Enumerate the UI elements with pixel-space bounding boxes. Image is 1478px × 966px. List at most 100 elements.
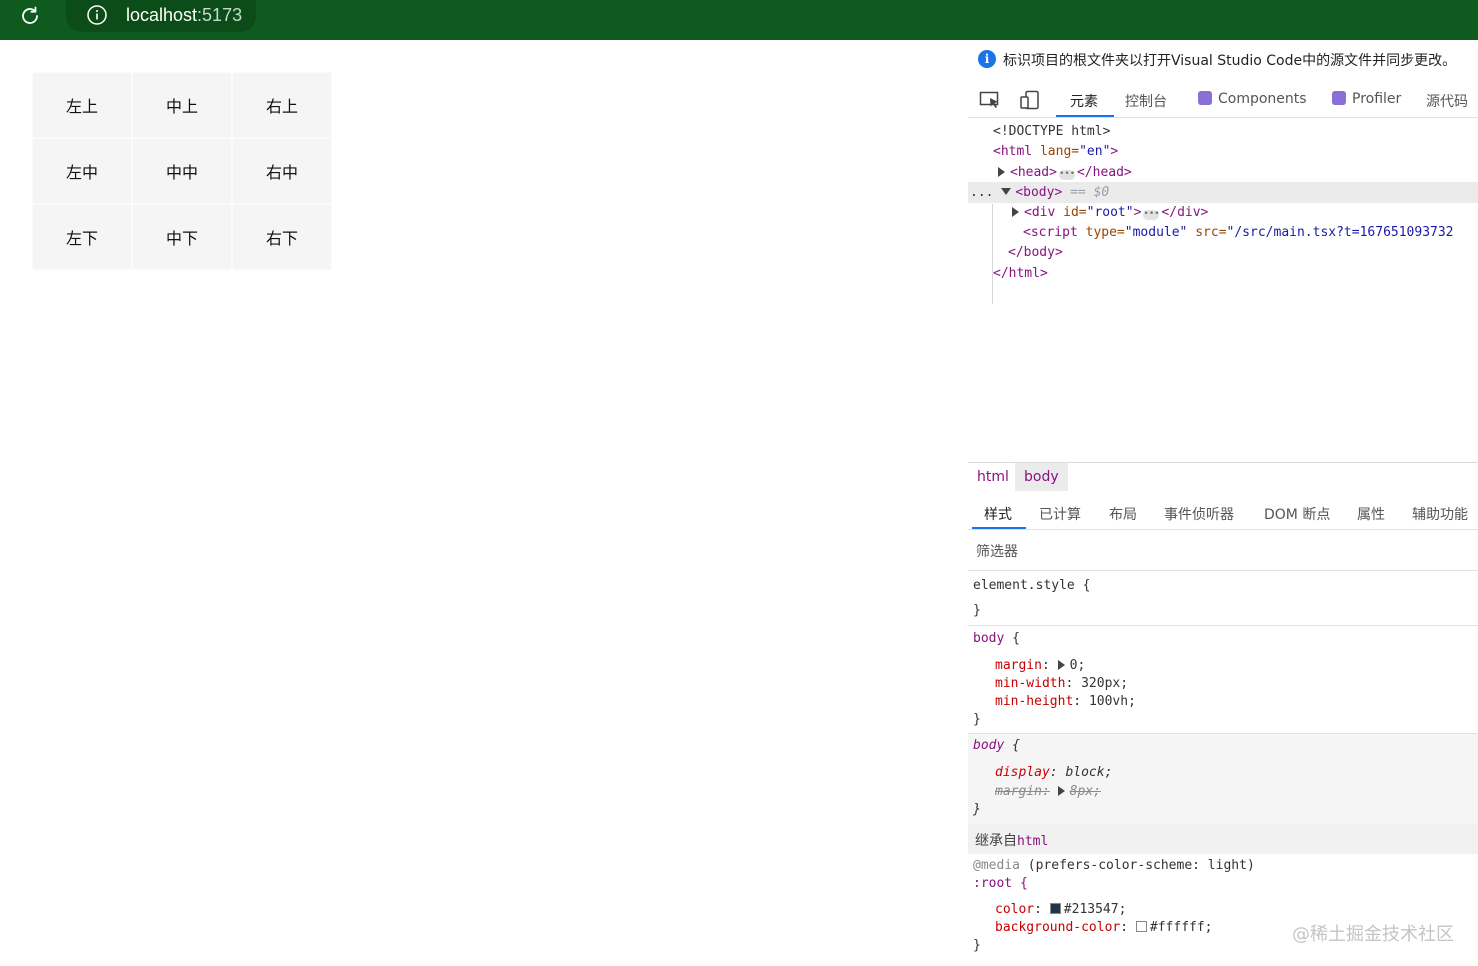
prop-name: background-color [995, 920, 1121, 935]
html-tag-open: <html [993, 144, 1033, 159]
devtools-notice[interactable]: i 标识项目的根文件夹以打开Visual Studio Code中的源文件并同步… [968, 40, 1478, 78]
html-tag-bracket: > [1110, 144, 1119, 159]
dom-html-close[interactable]: </html> [993, 264, 1048, 284]
decl-display[interactable]: display: block; [995, 764, 1112, 782]
inherited-from-link[interactable]: html [1017, 834, 1048, 849]
rule-close-brace: } [973, 712, 981, 727]
tab-event-listeners[interactable]: 事件侦听器 [1164, 504, 1234, 524]
dom-doctype[interactable]: <!DOCTYPE html> [993, 122, 1110, 142]
position-grid: 左上 中上 右上 左中 中中 右中 左下 中下 右下 [32, 72, 332, 270]
prop-value[interactable]: 0; [1070, 658, 1086, 673]
active-styles-tab-indicator [972, 527, 1026, 529]
script-src-value: "/src/main.tsx?t=167651093732 [1226, 225, 1454, 240]
decl-margin-overridden[interactable]: margin: 8px; [995, 783, 1101, 801]
tab-sources[interactable]: 源代码 [1426, 91, 1468, 111]
color-swatch[interactable] [1135, 921, 1147, 932]
inherited-text: 继承自 [975, 833, 1017, 849]
script-src-attr: src= [1187, 225, 1227, 240]
rule-media-query[interactable]: @media (prefers-color-scheme: light) [973, 857, 1255, 875]
breadcrumb: html body [968, 462, 1478, 491]
color-swatch[interactable] [1049, 903, 1061, 914]
grid-cell-middle-right: 右中 [232, 138, 332, 204]
decl-margin[interactable]: margin: 0; [995, 657, 1085, 675]
decl-min-height[interactable]: min-height: 100vh; [995, 693, 1136, 711]
script-tag-open: <script [1023, 225, 1078, 240]
prop-name: min-width [995, 676, 1066, 691]
grid-cell-middle-center: 中中 [132, 138, 232, 204]
tab-accessibility[interactable]: 辅助功能 [1412, 504, 1468, 524]
address-url[interactable]: localhost:5173 [126, 4, 242, 26]
prop-name: margin [995, 658, 1042, 673]
inherited-label: 继承自html [975, 830, 1048, 850]
collapse-triangle-icon[interactable] [1001, 188, 1012, 195]
tab-components[interactable]: Components [1198, 91, 1307, 107]
expand-triangle-icon[interactable] [998, 167, 1005, 177]
dom-root-div-node[interactable]: <div id="root"> ••• </div> [1012, 203, 1208, 223]
dom-html-node[interactable]: <html lang="en"> [993, 142, 1118, 162]
body-tag-close: </body> [1008, 245, 1063, 260]
ellipsis-icon[interactable]: ••• [1143, 210, 1160, 220]
expand-triangle-icon[interactable] [1057, 660, 1065, 670]
decl-color[interactable]: color: #213547; [995, 901, 1126, 919]
prop-name: display [995, 765, 1050, 780]
tab-styles[interactable]: 样式 [984, 504, 1012, 524]
tab-elements[interactable]: 元素 [1070, 91, 1098, 111]
device-emulation-icon[interactable] [1018, 88, 1042, 112]
prop-value[interactable]: #ffffff; [1150, 920, 1213, 935]
tab-properties[interactable]: 属性 [1357, 504, 1385, 524]
selector-root: :root { [973, 876, 1028, 891]
tab-computed[interactable]: 已计算 [1039, 504, 1081, 524]
breadcrumb-body[interactable]: body [1015, 463, 1068, 491]
div-tag-close: </div> [1161, 205, 1209, 220]
decl-min-width[interactable]: min-width: 320px; [995, 675, 1128, 693]
tab-profiler[interactable]: Profiler [1332, 91, 1401, 107]
expand-triangle-icon[interactable] [1012, 207, 1019, 217]
tab-profiler-label: Profiler [1352, 91, 1402, 107]
html-attr-value: "en" [1079, 144, 1111, 159]
head-tag-open: <head> [1010, 165, 1057, 180]
breadcrumb-html[interactable]: html [968, 463, 1018, 491]
selector-body: body [973, 738, 1005, 753]
div-attr-value: "root" [1086, 205, 1134, 220]
html-tag-close: </html> [993, 266, 1048, 281]
browser-toolbar: localhost:5173 [0, 0, 1478, 40]
rule-body-selector[interactable]: body { [973, 630, 1020, 648]
tab-console[interactable]: 控制台 [1125, 91, 1167, 111]
dom-body-node[interactable]: ... <body> == $0 [970, 183, 1109, 203]
dom-head-node[interactable]: <head> ••• </head> [998, 163, 1132, 183]
selected-node-marker: == $0 [1070, 185, 1110, 200]
decl-background-color[interactable]: background-color: #ffffff; [995, 919, 1213, 937]
prop-value[interactable]: #213547; [1064, 902, 1127, 917]
watermark-text: @稀土掘金技术社区 [1292, 924, 1454, 945]
styles-filter-input[interactable] [972, 537, 1472, 567]
react-icon [1332, 91, 1346, 105]
body-tag-open: <body> [1015, 185, 1063, 200]
inspect-element-icon[interactable] [978, 88, 1002, 112]
prop-colon: : [1049, 765, 1066, 780]
dom-body-close[interactable]: </body> [1008, 243, 1063, 263]
reload-icon[interactable] [18, 4, 42, 28]
head-tag-close: </head> [1076, 165, 1132, 180]
url-port: :5173 [197, 5, 243, 25]
media-keyword: @media [973, 858, 1020, 873]
styles-tabbar: 样式 已计算 布局 事件侦听器 DOM 断点 属性 辅助功能 [968, 494, 1478, 530]
expand-triangle-icon[interactable] [1057, 786, 1065, 796]
prop-value[interactable]: 100vh; [1089, 694, 1136, 709]
rule-element-style[interactable]: element.style { [973, 577, 1090, 595]
node-actions-dots[interactable]: ... [970, 185, 993, 200]
tab-layout[interactable]: 布局 [1109, 504, 1137, 524]
rule-open-brace: { [1004, 738, 1020, 753]
rule-root-selector[interactable]: :root { [973, 875, 1028, 893]
grid-cell-top-left: 左上 [32, 72, 132, 138]
prop-colon: : [1120, 920, 1136, 935]
info-icon[interactable] [86, 4, 108, 26]
div-tag-bracket: > [1133, 205, 1142, 220]
rule-body-ua-selector[interactable]: body { [973, 737, 1020, 755]
styles-filter [968, 533, 1478, 571]
ellipsis-icon[interactable]: ••• [1058, 170, 1075, 180]
dom-script-node[interactable]: <script type="module" src="/src/main.tsx… [1023, 223, 1454, 243]
prop-value[interactable]: 320px; [1081, 676, 1128, 691]
tab-dom-breakpoints[interactable]: DOM 断点 [1264, 504, 1330, 524]
notice-text: 标识项目的根文件夹以打开Visual Studio Code中的源文件并同步更改… [1003, 53, 1457, 69]
div-attr-name: id= [1055, 205, 1087, 220]
